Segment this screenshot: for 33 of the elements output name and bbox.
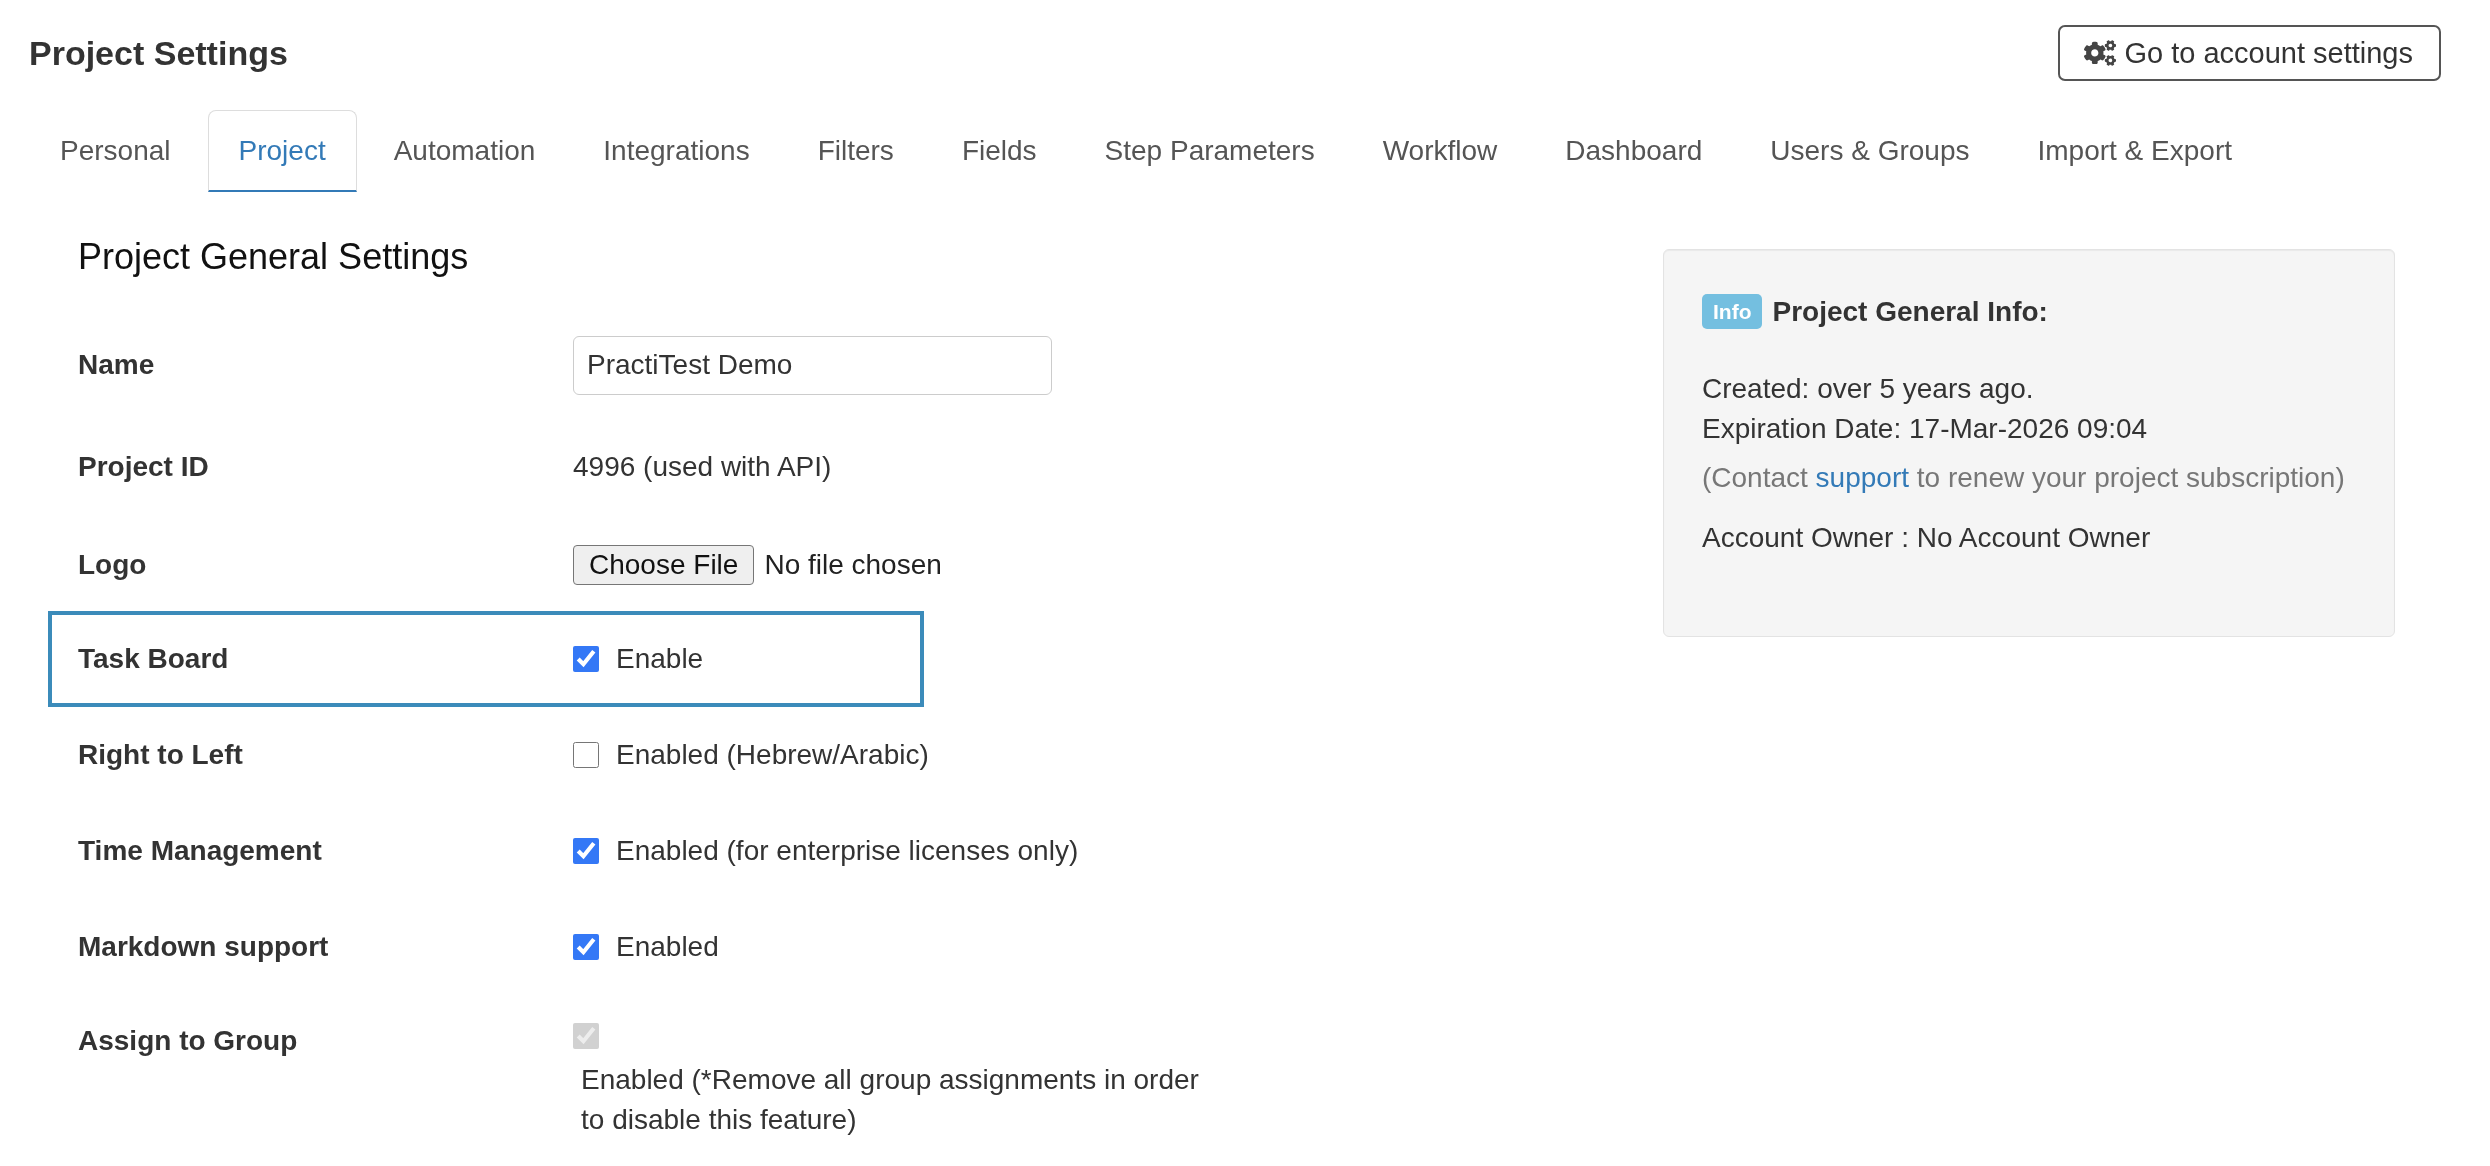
- contact-note: (Contact support to renew your project subscription): [1702, 461, 2346, 495]
- field-label: Project ID: [78, 450, 210, 484]
- checkbox[interactable]: [573, 742, 599, 768]
- info-text: Expiration Date: 17-Mar-2026 09:04: [1702, 412, 2149, 446]
- section-title: Project General Settings: [78, 237, 470, 277]
- field-label: Logo: [78, 548, 148, 582]
- input-field[interactable]: PractiTest Demo: [573, 335, 1052, 395]
- tab[interactable]: Project: [207, 110, 357, 192]
- option-label: Enabled (for enterprise licenses only): [616, 834, 1079, 868]
- info-title: Project General Info:: [1772, 295, 2048, 328]
- support-link[interactable]: support: [1815, 462, 1909, 493]
- checkbox[interactable]: [573, 838, 599, 864]
- field-label: Markdown support: [78, 930, 330, 964]
- choose-file-button[interactable]: Choose File: [573, 545, 755, 585]
- info-badge: Info: [1702, 294, 1763, 329]
- checkbox[interactable]: [573, 646, 599, 672]
- page-title: Project Settings: [29, 33, 288, 73]
- field-label: Time Management: [78, 834, 323, 868]
- option-label: Enabled (Hebrew/Arabic): [616, 738, 929, 772]
- option-label: Enabled (*Remove all group assignments in order to disable this feature): [581, 1063, 1200, 1137]
- checkbox[interactable]: [573, 934, 599, 960]
- field-label: Name: [78, 348, 156, 382]
- field-label: Task Board: [78, 642, 230, 676]
- option-label: Enabled: [616, 930, 719, 964]
- field-label: Right to Left: [78, 738, 244, 772]
- file-status-text: No file chosen: [764, 548, 942, 582]
- option-label: Enable: [616, 642, 704, 676]
- info-text: Created: over 5 years ago.: [1702, 372, 2035, 406]
- gears-icon: [2084, 37, 2117, 69]
- account-settings-button[interactable]: Go to account settings: [2058, 25, 2441, 81]
- account-owner-text: Account Owner : No Account Owner: [1702, 521, 2152, 555]
- field-label: Assign to Group: [78, 1024, 299, 1058]
- field-value: 4996 (used with API): [573, 450, 832, 484]
